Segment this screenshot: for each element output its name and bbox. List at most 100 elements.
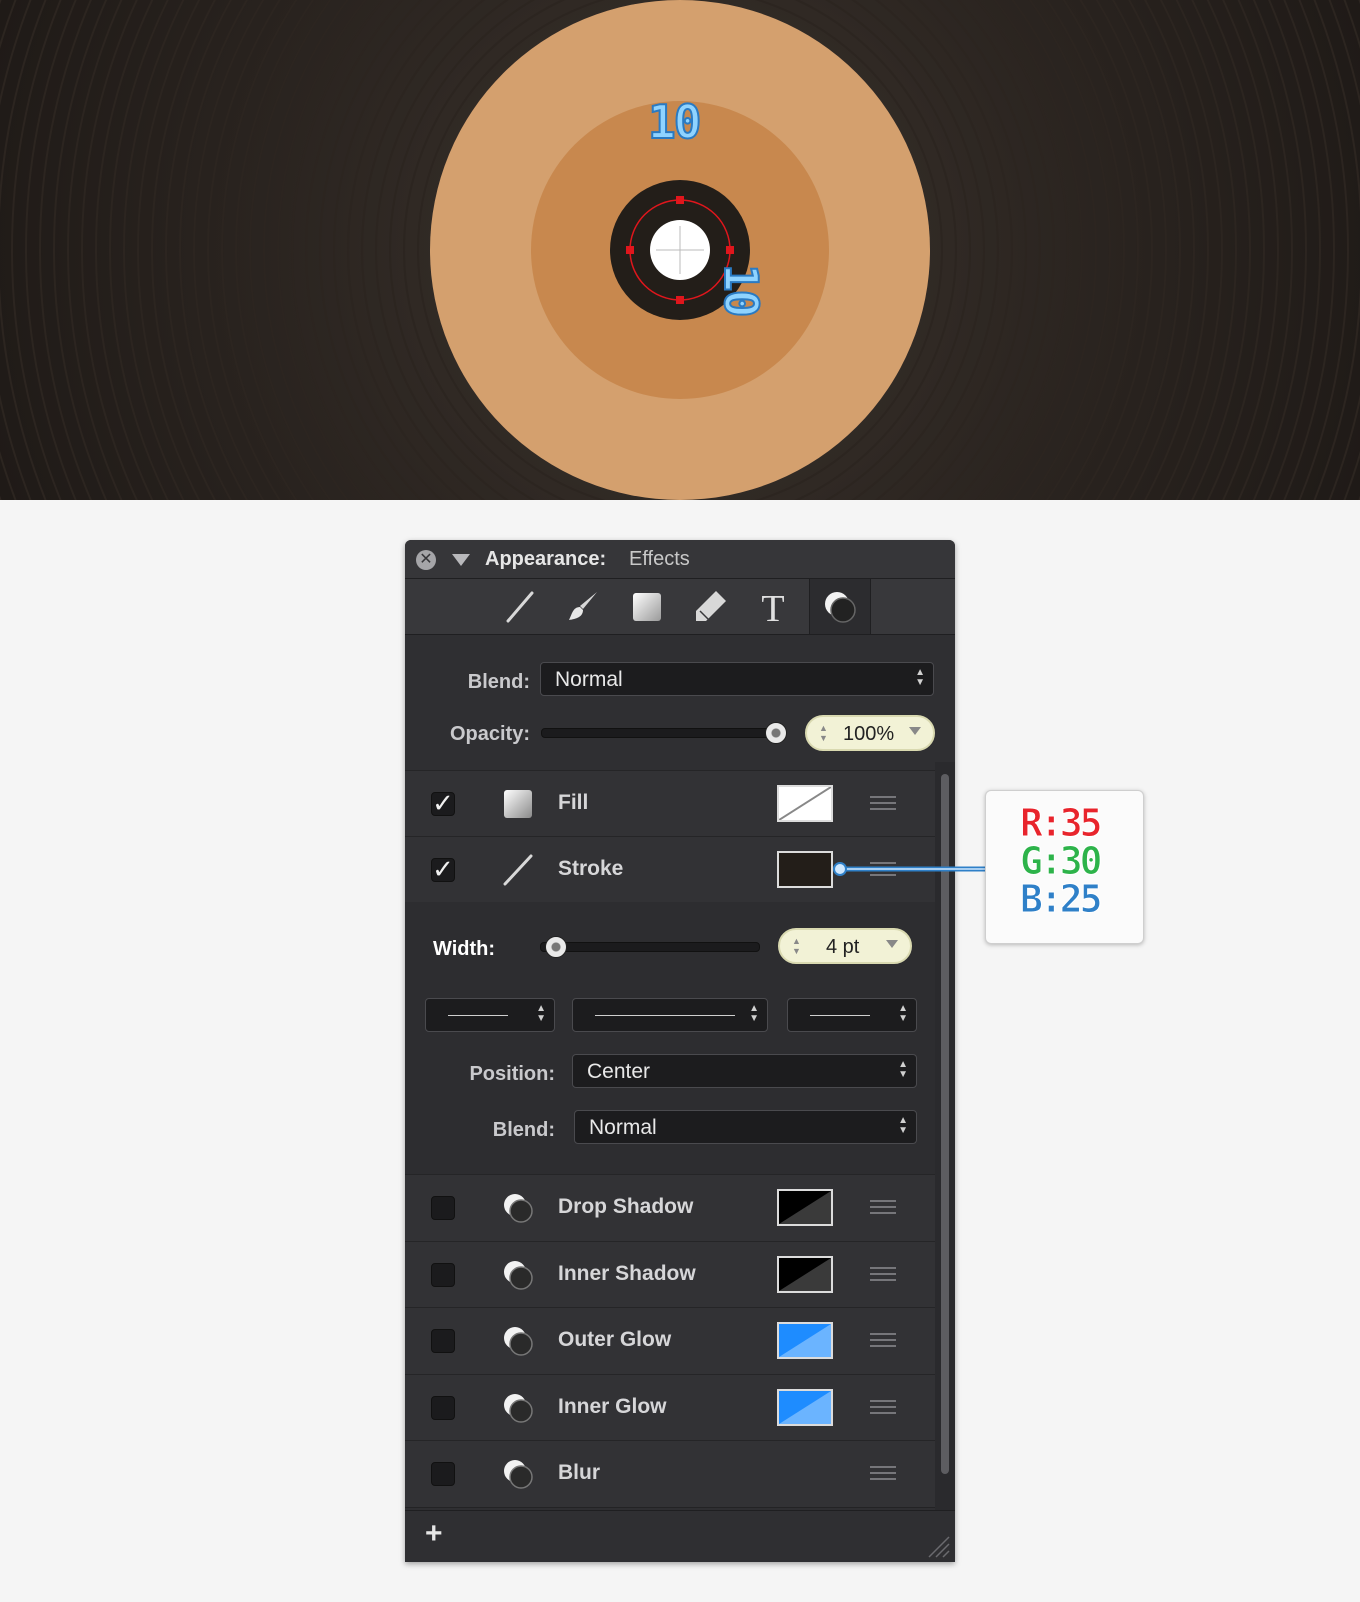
callout-connector xyxy=(833,862,986,876)
effect-row[interactable]: Drop Shadow xyxy=(405,1174,935,1242)
line-style-preview xyxy=(595,1015,735,1016)
width-value: 4 pt xyxy=(826,936,860,958)
fill-row[interactable]: ✓ Fill xyxy=(405,770,935,838)
panel-titlebar: ✕ Appearance: Effects xyxy=(405,540,955,579)
panel-footer: + xyxy=(405,1510,955,1562)
opacity-slider-knob[interactable] xyxy=(765,722,787,744)
effect-color-swatch[interactable] xyxy=(777,1322,833,1359)
stepper-arrows-icon: ▲ ▼ xyxy=(792,936,801,956)
dimension-label-top: 10 xyxy=(647,94,702,150)
fill-label: Fill xyxy=(558,791,589,814)
effect-color-swatch[interactable] xyxy=(777,1389,833,1426)
stroke-color-swatch[interactable] xyxy=(777,851,833,888)
collapse-triangle-icon[interactable] xyxy=(452,554,470,566)
scrollbar-thumb[interactable] xyxy=(941,774,949,1474)
line-start-popup[interactable]: ▲ ▼ xyxy=(425,998,555,1032)
shape-tool-icon[interactable] xyxy=(627,587,667,627)
drag-handle-icon[interactable] xyxy=(870,1466,896,1480)
effect-label: Inner Glow xyxy=(558,1395,667,1418)
effect-checkbox[interactable] xyxy=(431,1396,455,1420)
effect-row[interactable]: Inner Shadow xyxy=(405,1241,935,1309)
blend-popup[interactable]: Normal ▲ ▼ xyxy=(540,662,934,696)
drag-handle-icon[interactable] xyxy=(870,1333,896,1347)
stroke-icon xyxy=(499,851,537,889)
effect-icon xyxy=(499,1322,537,1360)
position-popup[interactable]: Center ▲ ▼ xyxy=(572,1054,917,1088)
close-button[interactable]: ✕ xyxy=(416,550,436,570)
dimension-label-right: 10 xyxy=(713,263,769,316)
popup-arrows-icon: ▲ ▼ xyxy=(898,1059,908,1080)
effect-checkbox[interactable] xyxy=(431,1196,455,1220)
effect-color-swatch[interactable] xyxy=(777,1256,833,1293)
line-style-preview xyxy=(448,1015,508,1016)
popup-arrows-icon: ▲ ▼ xyxy=(749,1003,759,1024)
effect-row[interactable]: Inner Glow xyxy=(405,1374,935,1442)
vinyl-artwork xyxy=(0,0,1360,500)
resize-grip-icon[interactable] xyxy=(925,1533,951,1559)
blue-value: B:25 xyxy=(1020,877,1103,922)
popup-arrows-icon: ▲ ▼ xyxy=(536,1003,546,1024)
anchor-point-right xyxy=(726,246,734,254)
rgb-callout: R:35 G:30 B:25 xyxy=(985,790,1144,944)
stroke-options: Width: ▲ ▼ 4 pt ▲ ▼ ▲ ▼ ▲ ▼ Position: Center… xyxy=(405,902,935,1174)
width-slider[interactable] xyxy=(540,942,760,952)
position-value: Center xyxy=(587,1060,651,1083)
anchor-point-left xyxy=(626,246,634,254)
panel-subtitle: Effects xyxy=(629,548,690,570)
opacity-stepper[interactable]: ▲ ▼ 100% xyxy=(805,715,935,751)
effect-checkbox[interactable] xyxy=(431,1462,455,1486)
appearance-toolbar: T xyxy=(405,579,955,635)
close-icon: ✕ xyxy=(419,551,433,568)
popup-arrows-icon: ▲ ▼ xyxy=(915,667,925,688)
add-effect-button[interactable]: + xyxy=(425,1517,443,1551)
line-tool-icon[interactable] xyxy=(500,587,540,627)
tag-tool-icon[interactable] xyxy=(690,587,730,627)
popup-arrows-icon: ▲ ▼ xyxy=(898,1115,908,1136)
effect-icon xyxy=(499,1256,537,1294)
text-tool-glyph: T xyxy=(761,588,784,627)
fill-icon xyxy=(499,785,537,823)
effect-label: Outer Glow xyxy=(558,1328,672,1351)
effect-icon xyxy=(499,1389,537,1427)
drag-handle-icon[interactable] xyxy=(870,1200,896,1214)
effect-color-swatch[interactable] xyxy=(777,1189,833,1226)
line-end-popup[interactable]: ▲ ▼ xyxy=(787,998,917,1032)
effect-label: Drop Shadow xyxy=(558,1195,694,1218)
effect-checkbox[interactable] xyxy=(431,1329,455,1353)
dash-style-popup[interactable]: ▲ ▼ xyxy=(572,998,768,1032)
opacity-label: Opacity: xyxy=(449,723,530,745)
text-tool-icon[interactable]: T xyxy=(753,587,793,630)
stepper-dropdown-icon[interactable] xyxy=(886,940,898,948)
anchor-point-top xyxy=(676,196,684,204)
drag-handle-icon[interactable] xyxy=(870,796,896,810)
anchor-point-bottom xyxy=(676,296,684,304)
effect-row[interactable]: Outer Glow xyxy=(405,1307,935,1375)
position-label: Position: xyxy=(469,1063,555,1085)
fill-checkbox[interactable]: ✓ xyxy=(431,790,455,816)
effect-label: Blur xyxy=(558,1461,600,1484)
artwork-canvas[interactable]: 10 10 xyxy=(0,0,1360,500)
stepper-dropdown-icon[interactable] xyxy=(909,727,921,735)
brush-tool-icon[interactable] xyxy=(563,587,603,627)
drag-handle-icon[interactable] xyxy=(870,1267,896,1281)
opacity-value: 100% xyxy=(843,723,895,745)
opacity-slider[interactable] xyxy=(541,728,778,738)
effects-tool-icon[interactable] xyxy=(809,579,871,634)
width-slider-knob[interactable] xyxy=(545,936,567,958)
popup-arrows-icon: ▲ ▼ xyxy=(898,1003,908,1024)
stroke-blend-popup[interactable]: Normal ▲ ▼ xyxy=(574,1110,917,1144)
effect-row[interactable]: Blur xyxy=(405,1440,935,1508)
stroke-blend-value: Normal xyxy=(589,1116,657,1139)
stroke-label: Stroke xyxy=(558,857,624,880)
width-stepper[interactable]: ▲ ▼ 4 pt xyxy=(778,928,912,964)
drag-handle-icon[interactable] xyxy=(870,1400,896,1414)
width-label: Width: xyxy=(433,938,496,960)
fill-color-swatch[interactable] xyxy=(777,785,833,822)
stroke-checkbox[interactable]: ✓ xyxy=(431,856,455,882)
appearance-panel: ✕ Appearance: Effects T Blend: Normal ▲ ▼… xyxy=(405,540,955,1562)
blend-label: Blend: xyxy=(467,671,530,693)
effect-checkbox[interactable] xyxy=(431,1263,455,1287)
stroke-blend-label: Blend: xyxy=(492,1119,555,1141)
effect-icon xyxy=(499,1189,537,1227)
effect-icon xyxy=(499,1455,537,1493)
